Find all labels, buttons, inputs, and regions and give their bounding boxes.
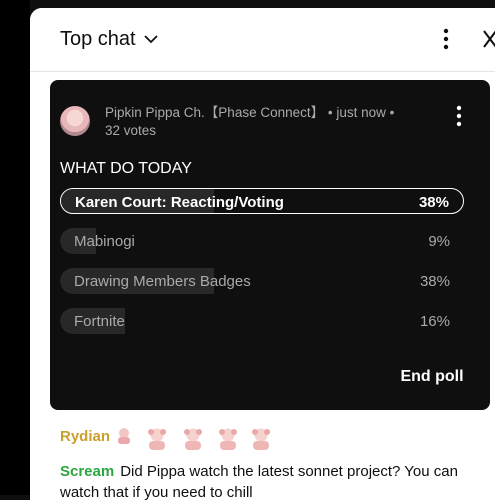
emote-icon: [148, 428, 166, 450]
emote-icon: [184, 428, 202, 450]
end-poll-button[interactable]: End poll: [388, 363, 476, 391]
poll-option[interactable]: Fortnite 16%: [60, 308, 464, 334]
poll-option-percent: 38%: [418, 194, 449, 211]
poll-option-label: Fortnite: [74, 313, 125, 330]
more-vert-icon[interactable]: [436, 27, 456, 51]
close-icon[interactable]: [482, 28, 495, 50]
chat-message-text: Did Pippa watch the latest sonnet projec…: [60, 463, 458, 500]
poll-card: Pipkin Pippa Ch.【Phase Connect】 • just n…: [50, 80, 490, 410]
poll-option-percent: 9%: [428, 233, 450, 250]
emote-icon: [118, 428, 130, 444]
poll-option[interactable]: Mabinogi 9%: [60, 228, 464, 254]
poll-option-percent: 38%: [419, 273, 450, 290]
poll-option-label: Mabinogi: [74, 233, 135, 250]
poll-time: • just now •: [327, 105, 395, 120]
poll-option[interactable]: Karen Court: Reacting/Voting 38%: [60, 188, 464, 214]
chat-message: Scream Did Pippa watch the latest sonnet …: [60, 461, 480, 500]
chat-panel: Top chat Pipkin Pippa Ch.【Phase Connect】…: [30, 8, 495, 500]
emote-icon: [252, 428, 270, 450]
poll-option-label: Drawing Members Badges: [74, 273, 251, 290]
poll-author[interactable]: Pipkin Pippa Ch.【Phase Connect】: [105, 105, 324, 120]
chat-author[interactable]: Scream: [60, 463, 114, 480]
chat-header: Top chat: [30, 8, 495, 72]
poll-option-label: Karen Court: Reacting/Voting: [75, 194, 284, 211]
poll-question: WHAT DO TODAY: [60, 160, 192, 177]
chat-mode-dropdown[interactable]: Top chat: [60, 28, 136, 51]
more-vert-icon[interactable]: [451, 104, 467, 128]
avatar[interactable]: [60, 106, 90, 136]
chat-author[interactable]: Rydian: [60, 428, 110, 445]
chevron-down-icon[interactable]: [142, 30, 160, 48]
video-area-edge: [0, 0, 30, 495]
emote-icon: [219, 428, 237, 450]
poll-votes: 32 votes: [105, 123, 157, 138]
poll-author-line: Pipkin Pippa Ch.【Phase Connect】 • just n…: [105, 101, 394, 121]
poll-option[interactable]: Drawing Members Badges 38%: [60, 268, 464, 294]
poll-option-percent: 16%: [419, 313, 450, 330]
